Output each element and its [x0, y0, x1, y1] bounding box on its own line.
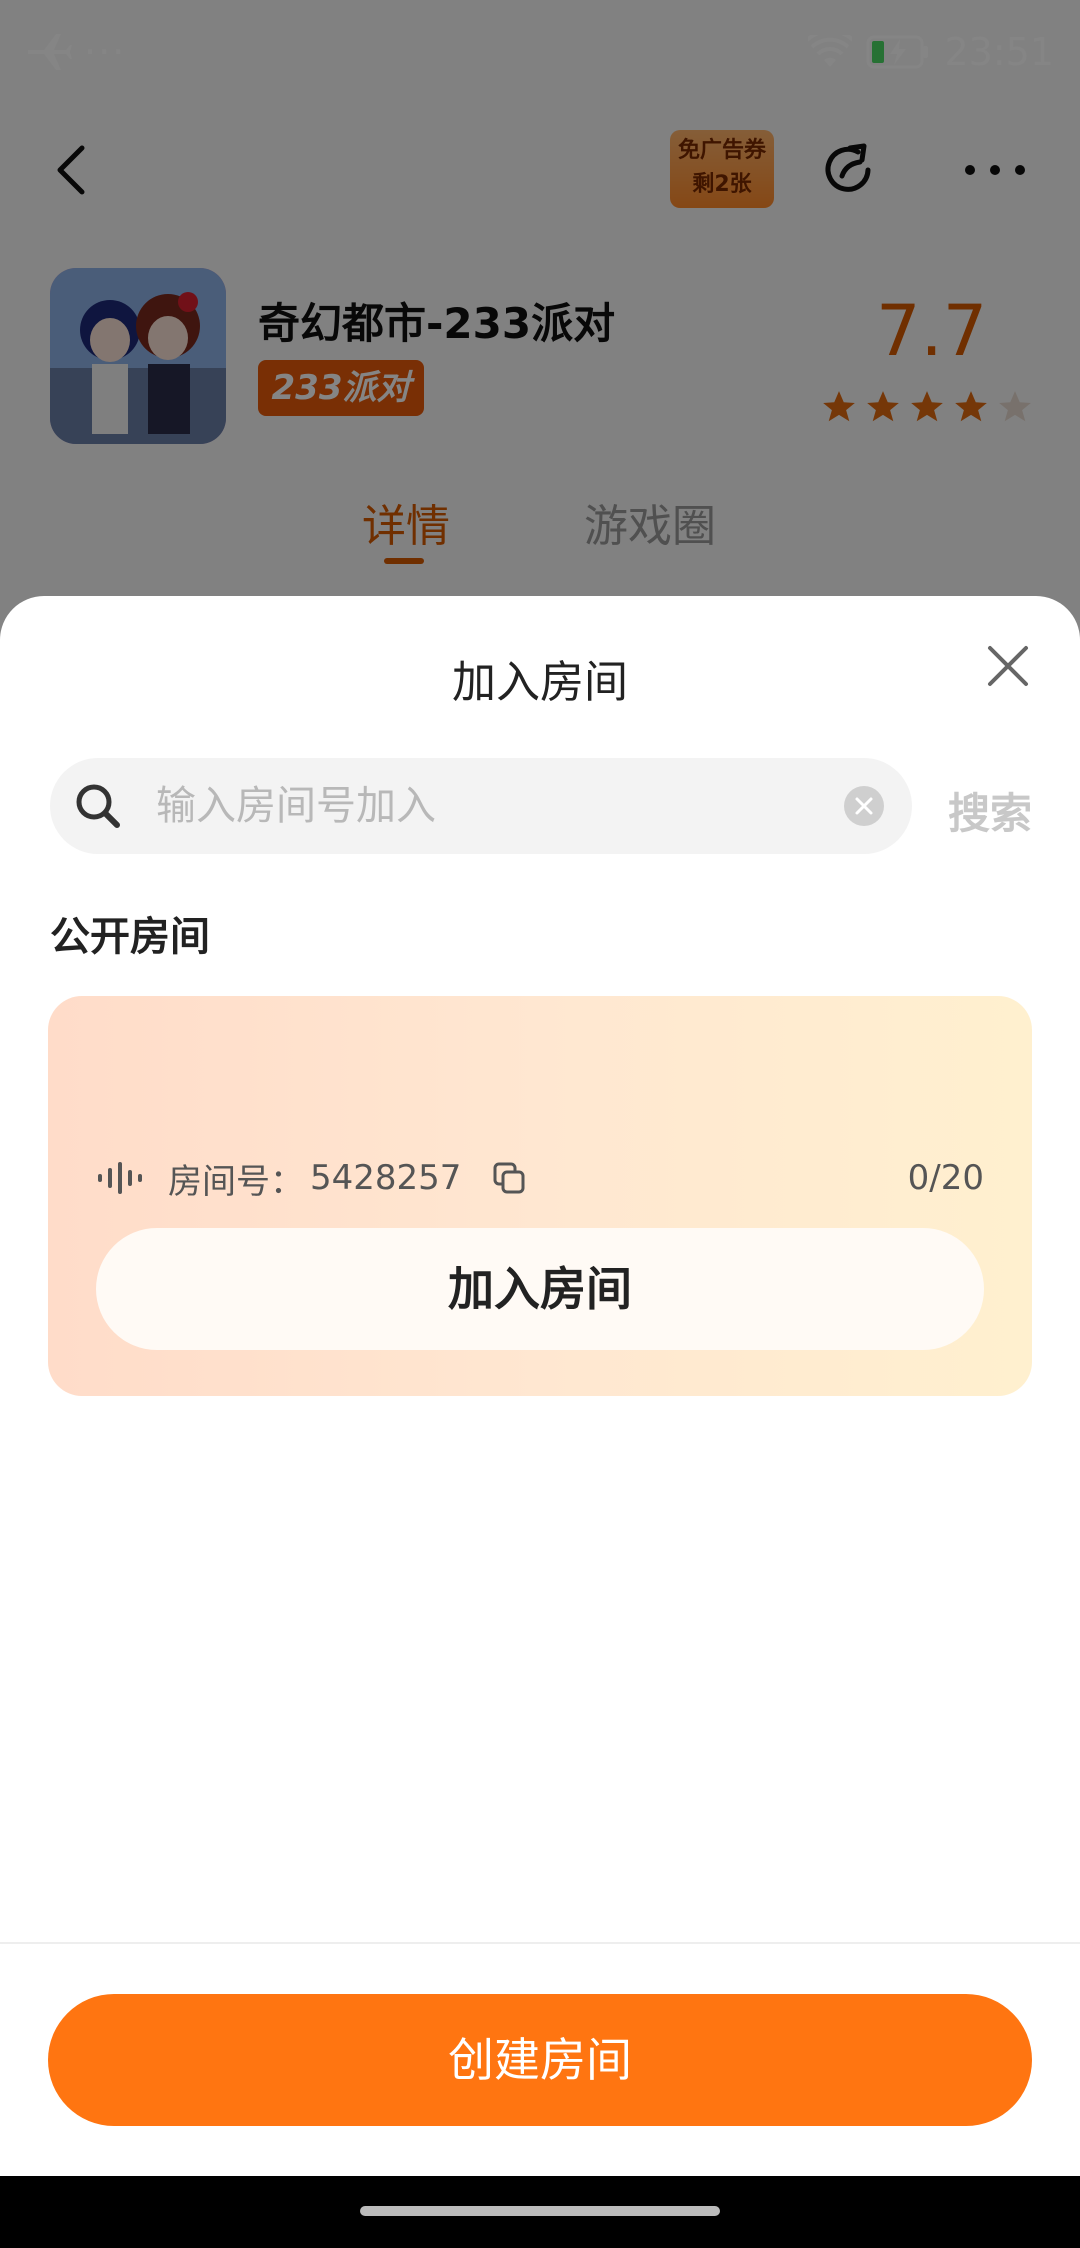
sheet-title: 加入房间 — [452, 657, 628, 708]
join-room-button[interactable]: 加入房间 — [96, 1228, 984, 1350]
search-button[interactable]: 搜索 — [948, 780, 1032, 841]
search-icon — [76, 784, 120, 828]
room-number-label: 房间号： — [168, 1161, 304, 1202]
home-indicator[interactable] — [360, 2206, 720, 2216]
room-number-value: 5428257 — [310, 1158, 462, 1198]
system-nav-bar — [0, 2176, 1080, 2248]
search-box — [50, 758, 912, 854]
join-room-sheet: 加入房间 搜索 公开房间 房间号： 5428257 — [0, 596, 1080, 2176]
room-info: 房间号： 5428257 — [96, 1156, 527, 1202]
close-icon[interactable] — [980, 638, 1036, 694]
footer-divider — [0, 1942, 1080, 1944]
create-room-button[interactable]: 创建房间 — [48, 1994, 1032, 2126]
room-player-count: 0/20 — [907, 1158, 984, 1198]
room-card: 房间号： 5428257 0/20 加入房间 — [48, 996, 1032, 1396]
clear-input-icon[interactable] — [842, 784, 886, 828]
copy-icon[interactable] — [491, 1160, 527, 1196]
voice-wave-icon — [98, 1162, 142, 1194]
public-rooms-heading: 公开房间 — [50, 914, 210, 960]
room-number-input[interactable] — [156, 758, 836, 854]
